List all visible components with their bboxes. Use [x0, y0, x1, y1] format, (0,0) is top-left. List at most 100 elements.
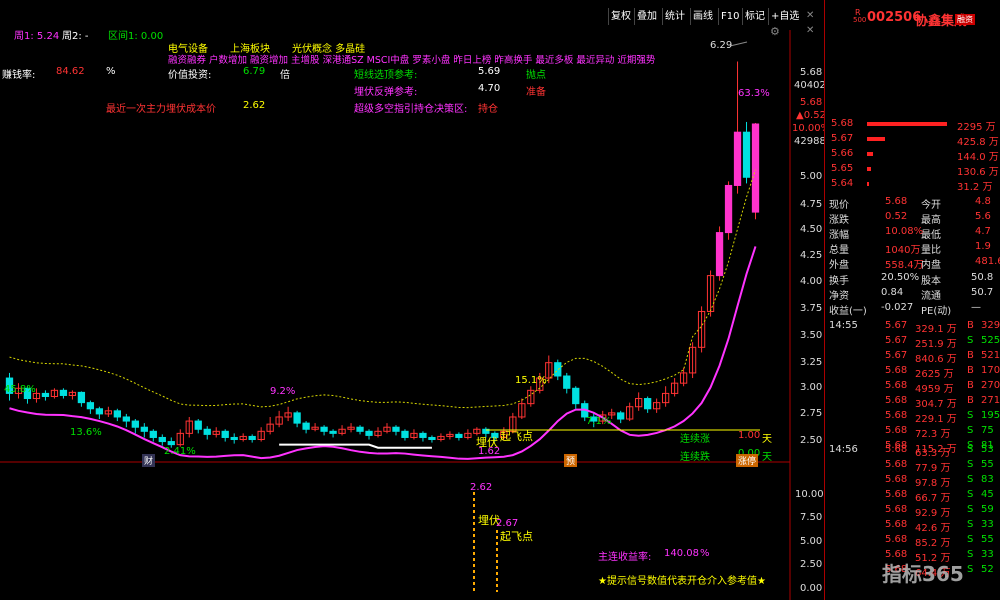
tick-price: 5.68: [885, 459, 908, 470]
candle-body: [401, 430, 409, 438]
fin-label: 净资: [829, 291, 849, 302]
quote-label-2: 量比: [921, 245, 941, 256]
candle-body: [617, 412, 625, 420]
candle-body: [41, 392, 50, 397]
candle-body: [149, 430, 157, 438]
tick-vol: 2625 万: [915, 369, 954, 380]
fin-label-2: 流通: [921, 291, 941, 302]
candle-body: [733, 131, 742, 186]
candle-body: [95, 408, 104, 415]
tick-price: 5.68: [885, 410, 908, 421]
tick-count: 55: [981, 534, 994, 545]
tick-price: 5.68: [885, 504, 908, 515]
tick-side: B: [967, 320, 974, 331]
tick-count: 33: [981, 549, 994, 560]
candle-body: [158, 436, 166, 443]
tick-side: B: [967, 380, 974, 391]
price-tick-375: 3.75: [800, 303, 823, 314]
tick-side: B: [967, 395, 974, 406]
ticks2-time: 14:56: [829, 444, 858, 455]
price-tick-500: 5.00: [800, 171, 823, 182]
quote-value-2: 481.6: [975, 256, 1000, 267]
tick-vol: 77.9 万: [915, 463, 951, 474]
quote-label-2: 内盘: [921, 260, 941, 271]
candle-body: [77, 391, 86, 404]
book-vol: 31.2 万: [957, 182, 993, 193]
profit-unit: %: [700, 548, 710, 559]
book-vol: 144.0 万: [957, 152, 999, 163]
book-bar: [867, 122, 947, 126]
tick-count: 52: [981, 564, 994, 575]
candle-body: [248, 435, 256, 441]
candle-body: [122, 416, 130, 422]
code-sub: 500: [853, 16, 867, 24]
candle-body: [724, 184, 733, 234]
price-tick-425: 4.25: [800, 250, 823, 261]
book-price: 5.64: [831, 178, 854, 189]
candle-body: [392, 426, 400, 432]
tick-count: 45: [981, 489, 994, 500]
tick-side: S: [967, 549, 974, 560]
candle-body: [751, 123, 760, 213]
book-price: 5.65: [831, 163, 854, 174]
tick-count: 521: [981, 350, 1000, 361]
quote-value-2: 4.8: [975, 196, 991, 207]
yu-badge[interactable]: 预: [564, 454, 578, 467]
candle-body: [742, 131, 751, 178]
tick-side: S: [967, 410, 974, 421]
lower-tick-75: 7.50: [800, 512, 823, 523]
kline-chart[interactable]: [0, 0, 824, 600]
quote-value: 5.68: [885, 196, 908, 207]
cai-badge[interactable]: 财: [142, 454, 156, 467]
tick-side: S: [967, 335, 974, 346]
tick-count: 55: [981, 459, 994, 470]
lower-tick-25: 2.50: [800, 559, 823, 570]
tick-side: S: [967, 534, 974, 545]
book-bar: [867, 182, 869, 186]
tick-vol: 85.2 万: [915, 538, 951, 549]
fin-value-2: 50.7: [971, 287, 994, 298]
candle-body: [194, 420, 202, 430]
quote-value-2: 1.9: [975, 241, 991, 252]
tick-count: 525: [981, 335, 1000, 346]
limit-badge[interactable]: 涨停: [736, 454, 759, 467]
hint-label: ★提示信号数值代表开仓介入参考值★: [598, 576, 766, 587]
lower-fly: 起飞点: [500, 530, 533, 543]
price-tick-300: 3.00: [800, 382, 823, 393]
quote-value-2: 5.6: [975, 211, 991, 222]
quote-label-2: 最高: [921, 215, 941, 226]
tick-price: 5.67: [885, 320, 908, 331]
candle-body: [293, 412, 301, 424]
price-axis-max: 5.68: [800, 67, 823, 78]
tick-side: S: [967, 489, 974, 500]
candle-body: [86, 402, 95, 410]
tick-vol: 251.9 万: [915, 339, 957, 350]
volume-axis: 40402: [794, 80, 826, 91]
tick-count: 2705: [981, 380, 1000, 391]
quote-label: 涨幅: [829, 230, 849, 241]
candle-body: [554, 362, 562, 377]
tick-vol: 92.9 万: [915, 508, 951, 519]
book-vol: 130.6 万: [957, 167, 999, 178]
tick-vol: 63.3 万: [915, 448, 951, 459]
price-tick-250: 2.50: [800, 435, 823, 446]
tick-vol: 329.1 万: [915, 324, 957, 335]
profit-label: 主连收益率:: [598, 552, 652, 563]
tick-vol: 66.7 万: [915, 493, 951, 504]
quote-label: 现价: [829, 200, 849, 211]
quote-value: 10.08%: [885, 226, 924, 237]
tick-price: 5.68: [885, 395, 908, 406]
fall-label: 连续跌: [680, 452, 710, 463]
lower-tick-10: 10.00: [795, 489, 824, 500]
tick-count: 329: [981, 320, 1000, 331]
candle-body: [302, 422, 310, 430]
quote-label-2: 今开: [921, 200, 941, 211]
tick-count: 83: [981, 474, 994, 485]
rise-unit: 天: [762, 434, 772, 445]
book-bar: [867, 152, 873, 156]
candle-body: [715, 232, 724, 277]
tick-count: 33: [981, 519, 994, 530]
candle-body: [419, 432, 427, 438]
tick-price: 5.68: [885, 534, 908, 545]
watermark-logo: 指标365: [882, 562, 964, 586]
